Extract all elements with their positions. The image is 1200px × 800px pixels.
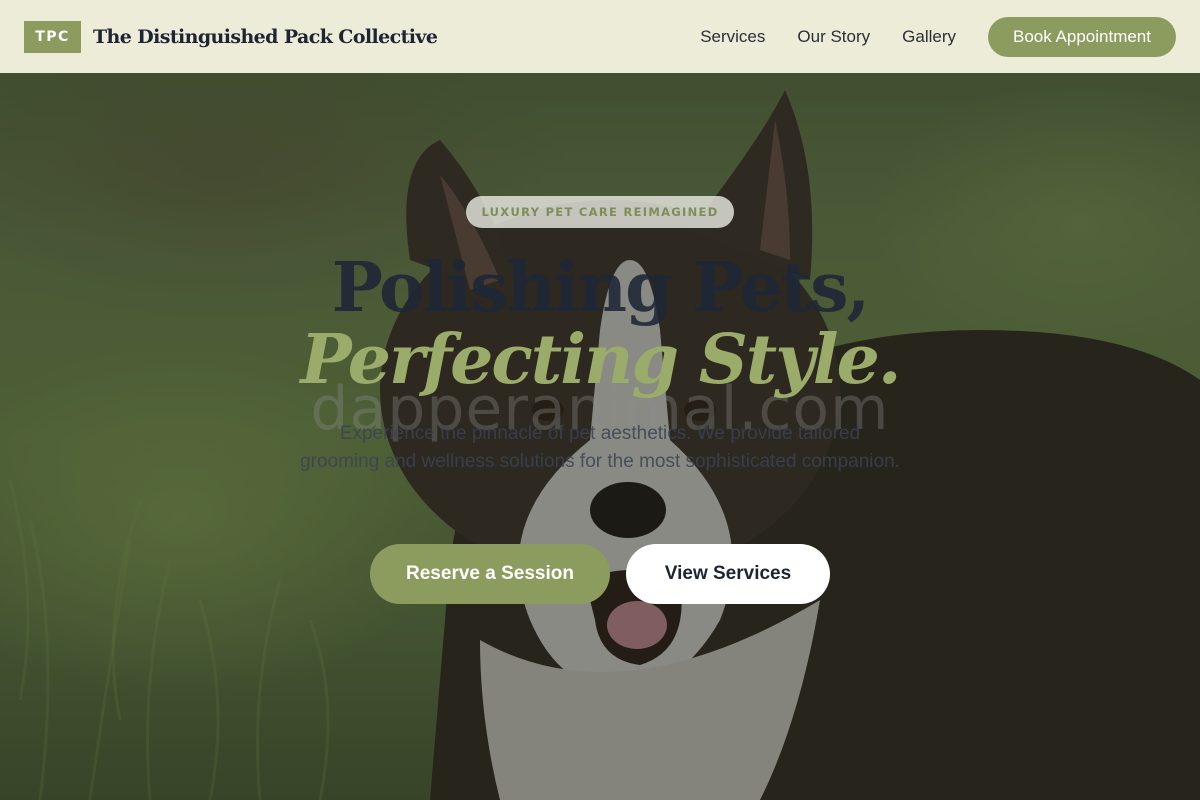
logo-badge[interactable]: TPC xyxy=(24,20,81,53)
hero-eyebrow-badge: LUXURY PET CARE REIMAGINED xyxy=(466,196,734,228)
view-services-button[interactable]: View Services xyxy=(626,544,830,604)
top-navigation-bar: TPC The Distinguished Pack Collective Se… xyxy=(0,0,1200,73)
brand-name[interactable]: The Distinguished Pack Collective xyxy=(93,26,438,48)
reserve-session-button[interactable]: Reserve a Session xyxy=(370,544,610,604)
hero-headline-line1: Polishing Pets, xyxy=(331,248,870,328)
nav-link-our-story[interactable]: Our Story xyxy=(797,27,870,47)
book-appointment-button[interactable]: Book Appointment xyxy=(988,16,1176,57)
nav-link-gallery[interactable]: Gallery xyxy=(902,27,956,47)
hero-headline-line2: Perfecting Style. xyxy=(300,320,901,400)
hero-subtitle: Experience the pinnacle of pet aesthetic… xyxy=(300,423,900,472)
nav-links: Services Our Story Gallery Book Appointm… xyxy=(700,16,1176,57)
nav-link-services[interactable]: Services xyxy=(700,27,765,47)
